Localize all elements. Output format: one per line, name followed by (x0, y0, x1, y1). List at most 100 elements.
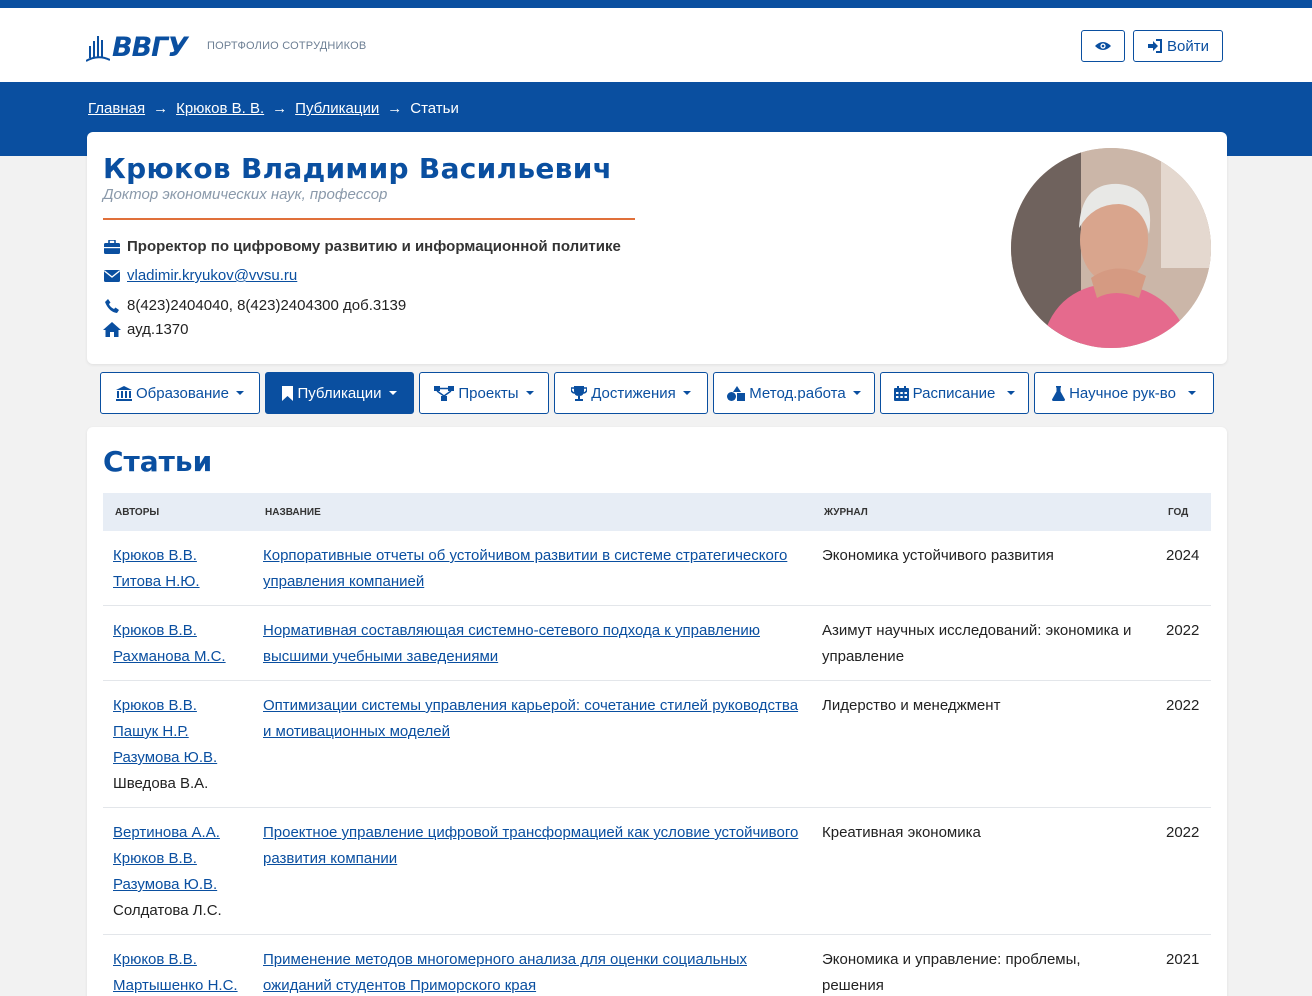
table-row: Вертинова А.А. Крюков В.В. Разумова Ю.В.… (103, 807, 1211, 935)
author-link[interactable]: Крюков В.В. (113, 697, 197, 714)
profile-email-row: vladimir.kryukov@vvsu.ru (103, 267, 297, 284)
authors-cell: Крюков В.В. Пашук Н.Р. Разумова Ю.В. Шве… (103, 680, 253, 808)
title-cell: Применение методов многомерного анализа … (253, 934, 812, 996)
tab-supervision[interactable]: Научное рук-во (1034, 372, 1214, 414)
article-title-link[interactable]: Оптимизации системы управления карьерой:… (263, 697, 798, 740)
journal-cell: Лидерство и менеджмент (812, 680, 1156, 808)
logo-text: ВВГУ (112, 31, 188, 63)
article-title-link[interactable]: Применение методов многомерного анализа … (263, 951, 747, 994)
table-header-row: АВТОРЫ НАЗВАНИЕ ЖУРНАЛ ГОД (103, 493, 1211, 531)
tab-label: Публикации (297, 384, 382, 402)
breadcrumb-separator: → (387, 100, 403, 117)
profile-room-row: ауд.1370 (103, 321, 188, 338)
journal-cell: Экономика устойчивого развития (812, 531, 1156, 606)
journal-cell: Экономика и управление: проблемы, решени… (812, 934, 1156, 996)
author-name: Шведова В.А. (113, 775, 209, 792)
tab-publications[interactable]: Публикации (265, 372, 414, 414)
tab-method-work[interactable]: Метод.работа (713, 372, 875, 414)
tab-label: Научное рук-во (1069, 384, 1176, 402)
breadcrumb-publications[interactable]: Публикации (295, 100, 379, 117)
breadcrumb-person[interactable]: Крюков В. В. (176, 100, 264, 117)
shapes-icon (727, 385, 746, 401)
trophy-icon (571, 385, 588, 401)
article-title-link[interactable]: Нормативная составляющая системно-сетево… (263, 622, 760, 665)
tab-label: Расписание (912, 384, 996, 402)
breadcrumb-home[interactable]: Главная (88, 100, 145, 117)
articles-card: Статьи АВТОРЫ НАЗВАНИЕ ЖУРНАЛ ГОД Крюков… (87, 427, 1227, 996)
eye-icon (1095, 42, 1111, 50)
author-link[interactable]: Разумова Ю.В. (113, 876, 217, 893)
site-subtitle: ПОРТФОЛИО СОТРУДНИКОВ (207, 40, 367, 52)
tab-achievements[interactable]: Достижения (554, 372, 708, 414)
year-cell: 2024 (1156, 531, 1211, 606)
author-link[interactable]: Крюков В.В. (113, 850, 197, 867)
authors-cell: Крюков В.В. Мартышенко Н.С. (103, 934, 253, 996)
profile-phone: 8(423)2404040, 8(423)2404300 доб.3139 (127, 297, 407, 314)
column-header-title: НАЗВАНИЕ (253, 493, 812, 531)
profile-room: ауд.1370 (127, 321, 189, 338)
author-name: Солдатова Л.С. (113, 902, 222, 919)
author-link[interactable]: Крюков В.В. (113, 622, 197, 639)
envelope-icon (103, 269, 121, 282)
authors-cell: Крюков В.В. Титова Н.Ю. (103, 531, 253, 606)
author-link[interactable]: Пашук Н.Р. (113, 723, 189, 740)
top-strip (0, 0, 1312, 8)
tab-schedule[interactable]: Расписание (880, 372, 1029, 414)
profile-position-row: Проректор по цифровому развитию и информ… (103, 238, 621, 255)
vvgu-logo[interactable]: ВВГУ (86, 30, 188, 64)
title-cell: Нормативная составляющая системно-сетево… (253, 605, 812, 681)
breadcrumb-separator: → (153, 100, 169, 117)
breadcrumb-current: Статьи (410, 100, 459, 117)
caret-down-icon (235, 391, 244, 395)
table-row: Крюков В.В. Мартышенко Н.С. Применение м… (103, 934, 1211, 996)
flask-icon (1052, 385, 1066, 401)
login-button[interactable]: Войти (1133, 30, 1223, 62)
caret-down-icon (525, 391, 534, 395)
bookmark-icon (282, 385, 294, 401)
caret-down-icon (852, 391, 861, 395)
author-link[interactable]: Мартышенко Н.С. (113, 977, 238, 994)
journal-cell: Креативная экономика (812, 807, 1156, 935)
table-row: Крюков В.В. Пашук Н.Р. Разумова Ю.В. Шве… (103, 680, 1211, 808)
title-cell: Оптимизации системы управления карьерой:… (253, 680, 812, 808)
article-title-link[interactable]: Проектное управление цифровой трансформа… (263, 824, 798, 867)
phone-icon (103, 298, 121, 313)
login-label: Войти (1167, 37, 1209, 55)
calendar-icon (893, 385, 909, 401)
column-header-journal: ЖУРНАЛ (812, 493, 1156, 531)
profile-name: Крюков Владимир Васильевич (103, 152, 613, 185)
articles-table: АВТОРЫ НАЗВАНИЕ ЖУРНАЛ ГОД Крюков В.В. Т… (103, 493, 1211, 996)
author-link[interactable]: Вертинова А.А. (113, 824, 220, 841)
article-title-link[interactable]: Корпоративные отчеты об устойчивом разви… (263, 547, 787, 590)
author-link[interactable]: Рахманова М.С. (113, 648, 226, 665)
title-cell: Корпоративные отчеты об устойчивом разви… (253, 531, 812, 606)
author-link[interactable]: Крюков В.В. (113, 547, 197, 564)
logo-bars-icon (86, 36, 110, 62)
home-icon (103, 322, 121, 337)
tab-label: Проекты (458, 384, 519, 402)
profile-email-link[interactable]: vladimir.kryukov@vvsu.ru (127, 267, 297, 284)
year-cell: 2021 (1156, 934, 1211, 996)
year-cell: 2022 (1156, 605, 1211, 681)
caret-down-icon (682, 391, 691, 395)
university-icon (116, 385, 132, 401)
author-link[interactable]: Разумова Ю.В. (113, 749, 217, 766)
author-link[interactable]: Крюков В.В. (113, 951, 197, 968)
profile-degree: Доктор экономических наук, профессор (103, 186, 388, 203)
year-cell: 2022 (1156, 807, 1211, 935)
column-header-authors: АВТОРЫ (103, 493, 253, 531)
caret-down-icon (1187, 391, 1196, 395)
breadcrumb-separator: → (272, 100, 288, 117)
table-row: Крюков В.В. Титова Н.Ю. Корпоративные от… (103, 531, 1211, 606)
tab-education[interactable]: Образование (100, 372, 260, 414)
tab-projects[interactable]: Проекты (419, 372, 549, 414)
column-header-year: ГОД (1156, 493, 1211, 531)
site-header: ВВГУ ПОРТФОЛИО СОТРУДНИКОВ Войти (0, 8, 1312, 82)
table-row: Крюков В.В. Рахманова М.С. Нормативная с… (103, 605, 1211, 681)
tab-label: Достижения (591, 384, 676, 402)
author-link[interactable]: Титова Н.Ю. (113, 573, 200, 590)
accessibility-button[interactable] (1081, 30, 1125, 62)
section-title: Статьи (103, 445, 213, 478)
profile-card: Крюков Владимир Васильевич Доктор эконом… (87, 132, 1227, 364)
tab-label: Образование (136, 384, 229, 402)
